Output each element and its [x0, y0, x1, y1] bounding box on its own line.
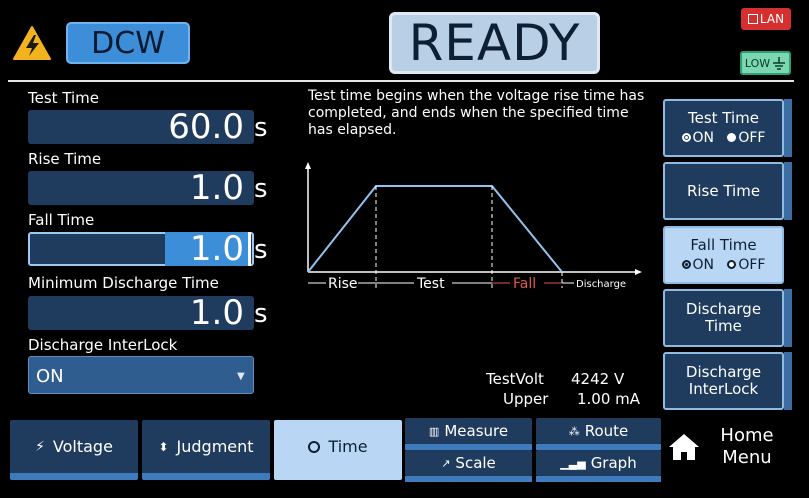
button-edge-bar: [784, 162, 792, 220]
discharge-interlock-button[interactable]: Discharge InterLock: [663, 352, 784, 410]
lightning-icon: ⚡: [35, 438, 45, 455]
diagram-test-label: Test: [416, 276, 445, 292]
tab-voltage-label: Voltage: [52, 437, 113, 456]
status-display: READY: [389, 12, 600, 74]
button-edge-bar: [784, 289, 792, 347]
discharge-interlock-value: ON: [36, 366, 64, 387]
route-graph-group: ⁂ Route ▁▃▅ Graph: [536, 418, 661, 482]
rise-time-button-label: Rise Time: [686, 181, 761, 200]
tab-measure-label: Measure: [444, 422, 509, 440]
header-divider: [8, 80, 794, 82]
tab-graph[interactable]: ▁▃▅ Graph: [536, 450, 661, 476]
timing-diagram: Rise Test Fall Discharge: [305, 162, 642, 292]
test-time-button-label: Test Time: [687, 108, 759, 127]
tab-graph-label: Graph: [590, 454, 637, 472]
rise-time-unit: s: [254, 174, 268, 204]
mode-indicator[interactable]: DCW: [66, 22, 190, 64]
testvolt-value: 4242 V: [571, 370, 625, 388]
text-cursor: [248, 232, 251, 266]
home-menu-button[interactable]: Home Menu: [712, 425, 782, 469]
tab-underline: [405, 476, 532, 482]
lan-icon: [747, 14, 758, 24]
home-icon[interactable]: [667, 432, 701, 462]
low-label: LOW: [744, 56, 771, 70]
discharge-interlock-label: Discharge InterLock: [28, 336, 178, 354]
tab-measure[interactable]: ▥ Measure: [405, 418, 532, 444]
sort-arrows-icon: ⬍: [158, 439, 169, 454]
menu-label: Menu: [722, 447, 772, 468]
chevron-down-icon: ▼: [237, 371, 245, 382]
lan-badge: LAN: [741, 8, 791, 30]
diagram-discharge-label: Discharge: [576, 279, 626, 290]
home-label: Home: [720, 425, 774, 446]
test-time-off-label: OFF: [738, 129, 766, 146]
test-time-on-label: ON: [692, 129, 715, 146]
y-axis-arrow: [305, 162, 311, 169]
tab-voltage[interactable]: ⚡ Voltage: [10, 420, 138, 480]
button-edge-bar: [784, 352, 792, 410]
measure-scale-group: ▥ Measure ↗ Scale: [405, 418, 532, 482]
tab-judgment-label: Judgment: [176, 437, 254, 456]
route-nodes-icon: ⁂: [568, 424, 580, 438]
help-description: Test time begins when the voltage rise t…: [308, 88, 645, 138]
tab-time[interactable]: Time: [274, 420, 402, 480]
discharge-time-button[interactable]: Discharge Time: [663, 289, 784, 347]
test-time-unit: s: [254, 113, 268, 143]
discharge-time-label-1: Discharge: [685, 300, 762, 318]
fall-time-label: Fall Time: [28, 211, 95, 229]
rise-time-button[interactable]: Rise Time: [663, 162, 784, 220]
test-time-button[interactable]: Test Time ON OFF: [663, 99, 784, 157]
fall-time-radio-group: ON OFF: [681, 256, 766, 274]
fall-time-value: 1.0: [189, 229, 244, 269]
fall-time-off-label: OFF: [738, 256, 766, 273]
lan-label: LAN: [759, 12, 785, 26]
diagram-fall-label: Fall: [513, 276, 536, 292]
discharge-time-label-2: Time: [705, 317, 742, 335]
min-discharge-label: Minimum Discharge Time: [28, 274, 219, 292]
diagram-rise-label: Rise: [328, 276, 358, 292]
radio-on-selected-icon[interactable]: [681, 133, 691, 142]
discharge-interlock-label-1: Discharge: [685, 363, 762, 381]
tab-scale-label: Scale: [455, 454, 496, 472]
radio-on-selected-icon[interactable]: [681, 260, 691, 269]
test-time-radio-group: ON OFF: [681, 129, 766, 147]
bar-chart-icon: ▥: [428, 424, 440, 438]
radio-off-icon[interactable]: [727, 133, 737, 142]
voltage-waveform: [307, 185, 563, 273]
test-time-value: 60.0: [168, 107, 244, 147]
discharge-interlock-label-2: InterLock: [688, 380, 759, 398]
upper-label: Upper: [503, 390, 549, 408]
tab-time-label: Time: [328, 437, 368, 456]
low-ground-badge: LOW: [740, 51, 791, 75]
clock-icon: [308, 440, 321, 453]
min-discharge-value: 1.0: [189, 293, 244, 333]
upper-value: 1.00 mA: [577, 390, 641, 408]
ground-icon: [773, 57, 786, 70]
fall-time-button-label: Fall Time: [690, 235, 757, 254]
min-discharge-unit: s: [254, 299, 268, 329]
rise-time-value: 1.0: [189, 168, 244, 208]
radio-off-icon[interactable]: [727, 260, 737, 269]
fall-time-button[interactable]: Fall Time ON OFF: [663, 226, 784, 284]
tab-underline: [536, 476, 661, 482]
x-axis-arrow: [635, 269, 642, 275]
rise-time-label: Rise Time: [28, 150, 102, 168]
tab-scale[interactable]: ↗ Scale: [405, 450, 532, 476]
tab-judgment[interactable]: ⬍ Judgment: [142, 420, 270, 480]
fall-time-unit: s: [254, 235, 268, 265]
button-edge-bar: [784, 99, 792, 157]
fall-time-on-label: ON: [692, 256, 715, 273]
testvolt-label: TestVolt: [486, 370, 544, 388]
test-time-label: Test Time: [28, 89, 100, 107]
tab-route-label: Route: [584, 422, 629, 440]
tab-route[interactable]: ⁂ Route: [536, 418, 661, 444]
high-voltage-warning-icon: [13, 26, 51, 60]
graph-icon: ▁▃▅: [560, 456, 586, 470]
scale-arrow-icon: ↗: [441, 456, 451, 470]
